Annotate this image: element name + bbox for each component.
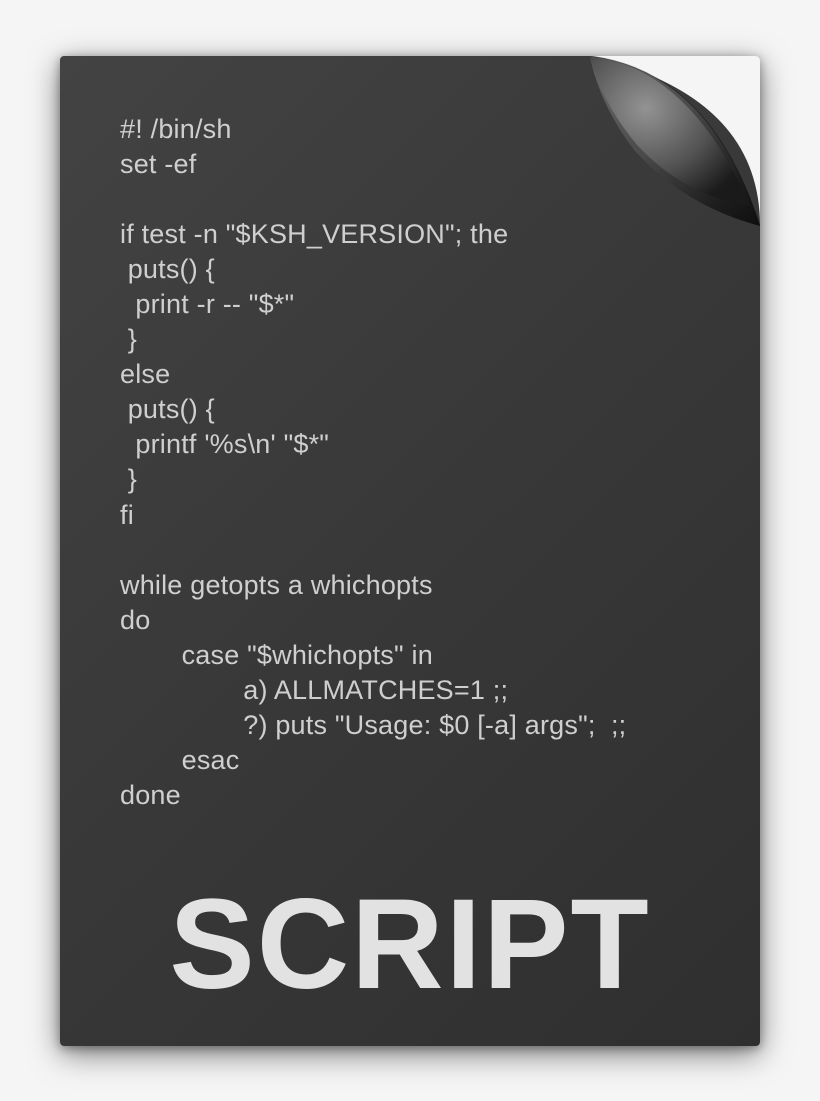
document-type-label: SCRIPT (60, 871, 760, 1018)
script-code-content: #! /bin/sh set -ef if test -n "$KSH_VERS… (120, 112, 750, 814)
script-document-icon: #! /bin/sh set -ef if test -n "$KSH_VERS… (60, 56, 760, 1046)
